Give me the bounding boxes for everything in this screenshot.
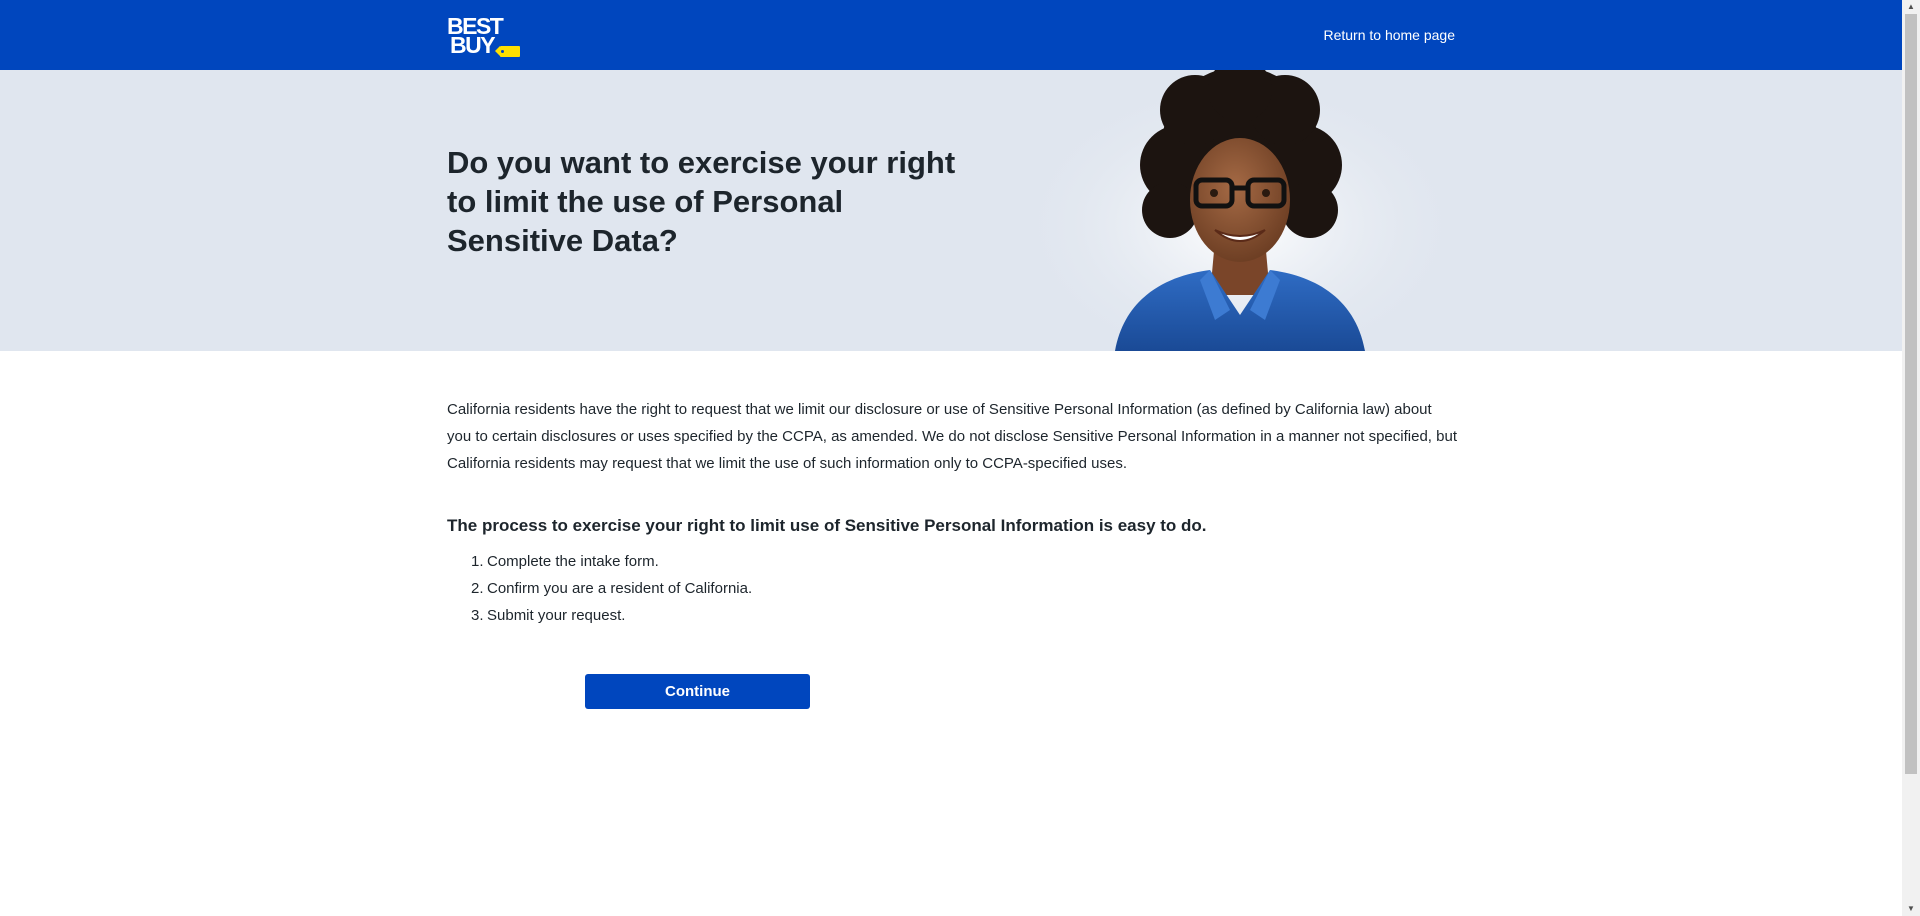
page: BEST BUY Return to home page Do you want… [0, 0, 1920, 916]
step-number: 2. [471, 580, 484, 597]
step-number: 1. [471, 553, 484, 570]
employee-portrait-image [1030, 70, 1450, 351]
step-number: 3. [471, 607, 484, 624]
continue-button[interactable]: Continue [585, 674, 810, 709]
top-nav-bar: BEST BUY Return to home page [0, 0, 1902, 70]
intro-paragraph: California residents have the right to r… [447, 401, 1457, 472]
steps-list: 1. Complete the intake form. 2. Confirm … [447, 548, 1047, 629]
vertical-scrollbar[interactable]: ▲ ▼ [1902, 0, 1920, 916]
return-home-link[interactable]: Return to home page [1323, 27, 1455, 43]
logo-text-line2: BUY [450, 32, 496, 58]
scroll-thumb[interactable] [1905, 14, 1917, 774]
step-text: Confirm you are a resident of California… [487, 580, 753, 597]
list-item: 3. Submit your request. [447, 602, 1047, 629]
process-heading: The process to exercise your right to li… [447, 516, 1207, 535]
scroll-up-arrow-icon[interactable]: ▲ [1902, 0, 1920, 14]
list-item: 2. Confirm you are a resident of Califor… [447, 575, 1047, 602]
scroll-down-arrow-icon[interactable]: ▼ [1902, 902, 1920, 916]
step-text: Complete the intake form. [487, 553, 659, 570]
logo-tag-icon [495, 46, 520, 57]
list-item: 1. Complete the intake form. [447, 548, 1047, 575]
page-title: Do you want to exercise your right to li… [447, 145, 956, 258]
step-text: Submit your request. [487, 607, 626, 624]
hero-banner: Do you want to exercise your right to li… [0, 70, 1902, 351]
best-buy-logo[interactable]: BEST BUY [447, 14, 521, 58]
